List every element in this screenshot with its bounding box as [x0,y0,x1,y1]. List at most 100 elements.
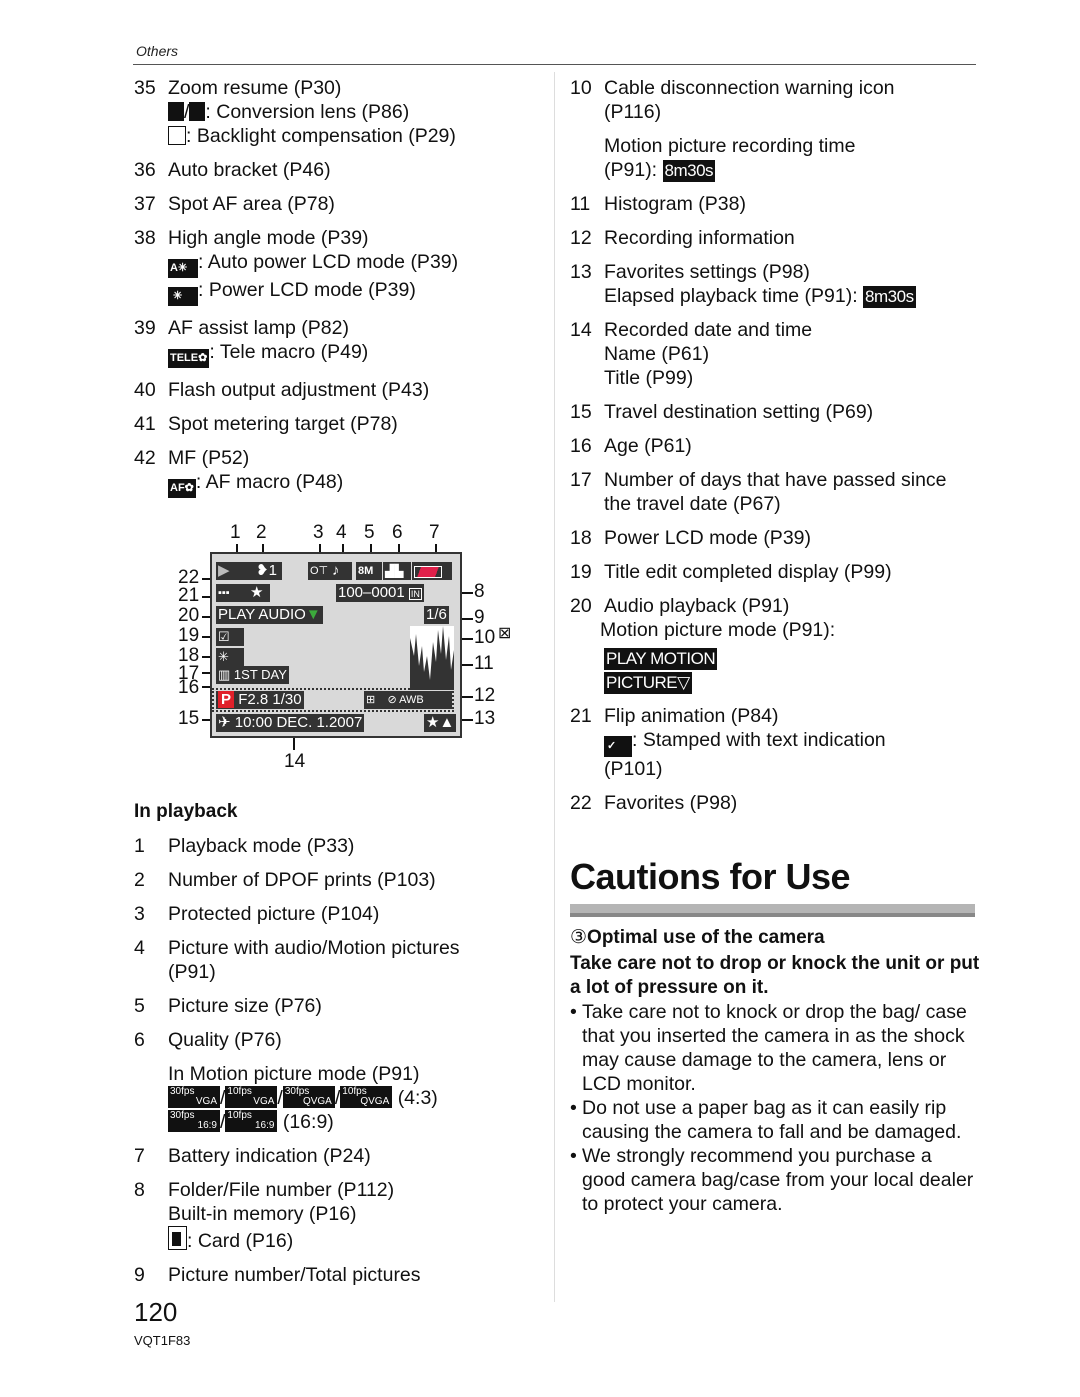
cautions-subheading: ③Optimal use of the camera [570,927,825,948]
list-item-40: 40 Flash output adjustment (P43) [134,378,544,402]
callout-3: 3 [313,522,324,543]
auto-power-lcd-icon: A✳ [168,259,198,278]
callout-9: 9 [474,607,485,628]
callout-11: 11 [474,653,494,674]
callout-16: 16 [178,677,200,698]
af-macro-icon: AF✿ [168,479,196,498]
list-item-18: 18 Power LCD mode (P39) [570,527,811,549]
bullet-item: • We strongly recommend you purchase a go… [570,1145,974,1215]
list-item-42: 42 MF (P52) AF✿: AF macro (P48) [134,446,544,498]
picture-count: 1/6 [424,606,449,624]
list-item-8: 8 Folder/File number (P112) Built-in mem… [134,1179,395,1252]
flash-off-icon: ⊘ [387,694,397,706]
circled-number-3: ③ [570,927,588,948]
tele-macro-icon: TELE✿ [168,349,210,368]
quality-icon: ▟▙ [383,562,411,580]
list-item-1: 1 Playback mode (P33) [134,835,355,857]
bullet-item: • Do not use a paper bag as it can easily… [570,1097,962,1143]
motion-mode-row-4-3: 30fps VGA/10fps VGA/30fps QVGA/10fps QVGA (4… [168,1086,438,1109]
list-item-10: 10 Cable disconnection warning icon (P11… [570,77,895,182]
callout-1: 1 [230,522,241,543]
bullet-item: • Take care not to knock or drop the bag/… [570,1001,967,1095]
list-item-35: 35 Zoom resume (P30) /: Conversion lens … [134,76,544,148]
title-underline-bar [570,904,975,917]
list-item-21: 21 Flip animation (P84) ✓: Stamped with … [570,705,886,780]
flip-animation-icon: ▪▪▪ [216,584,250,602]
callout-12: 12 [474,685,496,706]
fps-30-169-icon: 30fps 16:9 [168,1110,220,1132]
list-item-36: 36 Auto bracket (P46) [134,158,544,182]
list-item-19: 19 Title edit completed display (P99) [570,561,892,583]
document-code: VQT1F83 [134,1333,191,1348]
airplane-icon: ✈ [218,714,231,731]
sub-text: : AF macro (P48) [195,471,344,493]
list-item-39: 39 AF assist lamp (P82) TELE✿: Tele macr… [134,316,544,368]
callout-4: 4 [336,522,347,543]
playback-mode-icon: ▶ [216,562,256,580]
audio-note-icon: ♪ [330,562,352,580]
metering-icon: ⊞ [366,694,376,706]
suitcase-icon: ▥ [218,667,231,682]
fps-30-vga-icon: 30fps VGA [168,1086,220,1108]
list-item-2: 2 Number of DPOF prints (P103) [134,869,436,891]
item-number: 42 [134,447,156,469]
playback-heading: In playback [134,801,238,822]
histogram [410,626,454,690]
page-number: 120 [134,1297,178,1327]
folder-file-number: 100–0001 IN [336,584,424,602]
item-text: AF assist lamp (P82) [168,317,349,339]
list-item-16: 16 Age (P61) [570,435,692,457]
list-item-37: 37 Spot AF area (P78) [134,192,544,216]
item-number: 37 [134,193,156,215]
callout-15: 15 [178,708,200,729]
item-text: Auto bracket (P46) [168,159,331,181]
fps-30-qvga-icon: 30fps QVGA [282,1086,335,1108]
cautions-title: Cautions for Use [570,856,851,897]
cautions-bullets: • Take care not to knock or drop the bag/… [570,1000,980,1216]
sd-card-icon [168,1226,187,1250]
sub-text: : Auto power LCD mode (P39) [198,251,459,273]
callout-13: 13 [474,708,496,729]
list-item-20: 20 Audio playback (P91) Motion picture m… [570,595,836,694]
item-text: High angle mode (P39) [168,227,369,249]
sub-text: : Tele macro (P49) [209,341,369,363]
callout-20: 20 [178,605,200,626]
recorded-datetime: ✈ 10:00 DEC. 1.2007 [216,714,365,732]
callout-19: 19 [178,625,200,646]
conversion-lens-wide-icon [189,102,206,121]
stamp-text-icon: ✓ [604,736,632,757]
lcd-playback-diagram: 1 2 3 4 5 6 7 22 21 20 19 18 17 16 15 8 … [170,520,512,780]
item-text: Zoom resume (P30) [168,77,342,99]
list-item-15: 15 Travel destination setting (P69) [570,401,874,423]
title-edit-icon: ☑ [216,628,244,646]
list-item-13: 13 Favorites settings (P98) Elapsed play… [570,261,916,308]
item-text: Spot AF area (P78) [168,193,335,215]
program-mode-badge: P [218,691,235,708]
item-text: MF (P52) [168,447,250,469]
flash-wb-info: ⊞ ⊘ AWB [364,691,452,709]
dpof-print-count: ❥1 [254,562,282,580]
favorites-star-icon: ★ [248,584,270,602]
callout-21: 21 [178,585,200,606]
power-lcd-icon: ✳ [216,648,244,666]
motion-mode-label: In Motion picture mode (P91) [168,1063,420,1085]
list-item-9: 9 Picture number/Total pictures [134,1264,421,1286]
item-number: 35 [134,77,156,99]
right-column-items: 10 Cable disconnection warning icon (P11… [570,76,980,825]
travel-day: ▥ 1ST DAY [216,666,289,684]
fps-10-vga-icon: 10fps VGA [225,1086,278,1108]
picture-size-icon: 8M [356,562,382,580]
list-item-41: 41 Spot metering target (P78) [134,412,544,436]
item-number: 41 [134,413,156,435]
column-divider [554,72,555,1302]
callout-5: 5 [364,522,375,543]
protect-key-icon: O⊤ [308,562,330,580]
list-item-17: 17 Number of days that have passed since… [570,469,947,515]
list-item-22: 22 Favorites (P98) [570,792,738,814]
power-lcd-icon: ✳ [168,287,198,306]
callout-2: 2 [256,522,267,543]
list-item-12: 12 Recording information [570,227,795,249]
cable-warning-icon: ⊠ [498,625,512,642]
play-motion-tag: PLAY MOTION [604,648,718,670]
sub-text: : Power LCD mode (P39) [198,279,416,301]
